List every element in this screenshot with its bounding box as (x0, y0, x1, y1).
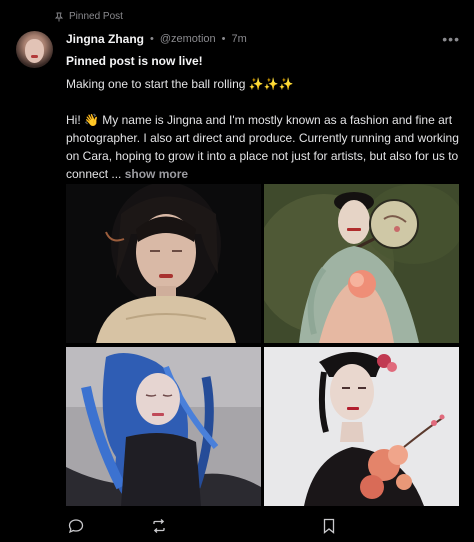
portrait-photo-2[interactable] (264, 184, 459, 343)
separator-dot: • (221, 33, 226, 45)
post-body: Making one to start the ball rolling ✨✨✨… (66, 75, 464, 183)
post-timestamp[interactable]: 7m (232, 33, 247, 45)
author-handle[interactable]: @zemotion (160, 33, 216, 45)
image-grid (66, 184, 459, 506)
avatar[interactable] (16, 31, 53, 68)
post-body-line-2: Hi! 👋 My name is Jingna and I'm mostly k… (66, 111, 464, 183)
author-name[interactable]: Jingna Zhang (66, 32, 144, 46)
bookmark-icon[interactable] (319, 516, 339, 536)
pinned-label: Pinned Post (69, 11, 123, 22)
show-more-link[interactable]: show more (125, 167, 188, 181)
pinned-indicator: Pinned Post (54, 11, 123, 22)
portrait-photo-4[interactable] (264, 347, 459, 506)
separator-dot: • (150, 33, 154, 45)
portrait-photo-1[interactable] (66, 184, 261, 343)
post-title: Pinned post is now live! (66, 54, 203, 68)
pin-icon (54, 12, 64, 22)
portrait-photo-3[interactable] (66, 347, 261, 506)
repost-icon[interactable] (149, 516, 169, 536)
comment-icon[interactable] (66, 516, 86, 536)
post-body-line-1: Making one to start the ball rolling ✨✨✨ (66, 77, 294, 91)
post-actions (66, 516, 346, 536)
more-options-icon[interactable]: ••• (442, 32, 460, 46)
post-header: Jingna Zhang • @zemotion • 7m ••• (66, 31, 460, 47)
